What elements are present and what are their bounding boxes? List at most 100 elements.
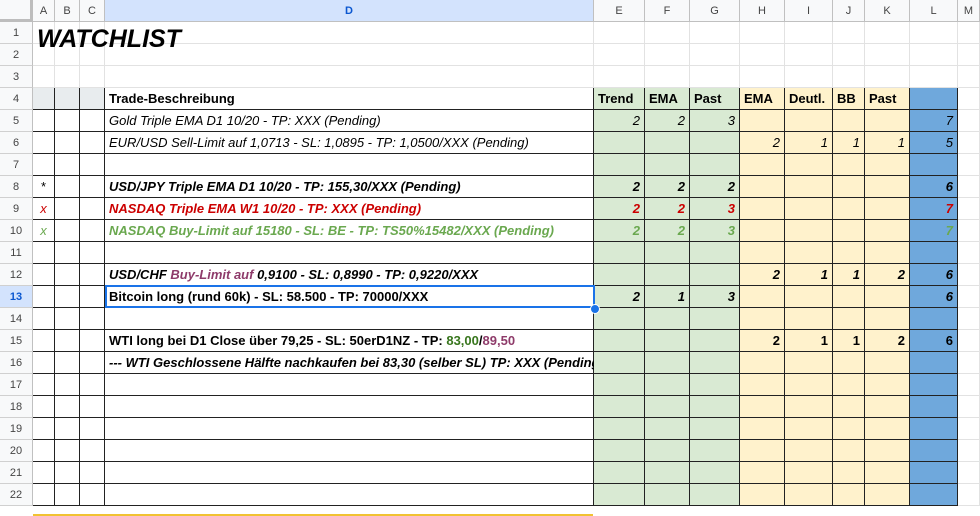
column-header-m[interactable]: M <box>958 0 980 22</box>
row-header-2[interactable]: 2 <box>0 44 33 66</box>
spreadsheet-grid[interactable]: A B C D E F G H I J K L M 1 2 3 4 5 6 7 8 9 10 11 12 13 14 15 16 17 18… <box>0 0 980 516</box>
cell-h7[interactable] <box>740 154 785 176</box>
column-header-k[interactable]: K <box>865 0 910 22</box>
cell-j7[interactable] <box>833 154 865 176</box>
cell-l20[interactable] <box>910 440 958 462</box>
cell-a9[interactable]: x <box>33 198 55 220</box>
column-header-d[interactable]: D <box>105 0 594 22</box>
cell-e19[interactable] <box>594 418 645 440</box>
cell-a5[interactable] <box>33 110 55 132</box>
cell-i16[interactable] <box>785 352 833 374</box>
cell-b10[interactable] <box>55 220 80 242</box>
cell-i20[interactable] <box>785 440 833 462</box>
cell-c12[interactable] <box>80 264 105 286</box>
cell-d7[interactable] <box>105 154 594 176</box>
cell-f21[interactable] <box>645 462 690 484</box>
cell-c4[interactable] <box>80 88 105 110</box>
cell-d4[interactable]: Trade-Beschreibung <box>105 88 594 110</box>
cell-e6[interactable] <box>594 132 645 154</box>
cell-h21[interactable] <box>740 462 785 484</box>
cell-g10[interactable]: 3 <box>690 220 740 242</box>
cell-h22[interactable] <box>740 484 785 506</box>
row-header-14[interactable]: 14 <box>0 308 33 330</box>
row-header-4[interactable]: 4 <box>0 88 33 110</box>
row-header-20[interactable]: 20 <box>0 440 33 462</box>
cell-k15[interactable]: 2 <box>865 330 910 352</box>
cell-g22[interactable] <box>690 484 740 506</box>
cell-b8[interactable] <box>55 176 80 198</box>
cell-f9[interactable]: 2 <box>645 198 690 220</box>
row-header-1[interactable]: 1 <box>0 22 33 44</box>
cell-f15[interactable] <box>645 330 690 352</box>
cell-i14[interactable] <box>785 308 833 330</box>
cell-d13[interactable]: Bitcoin long (rund 60k) - SL: 58.500 - T… <box>105 286 594 308</box>
cell-a14[interactable] <box>33 308 55 330</box>
cell-e22[interactable] <box>594 484 645 506</box>
cell-g5[interactable]: 3 <box>690 110 740 132</box>
cell-m3[interactable] <box>958 66 980 88</box>
cell-i4[interactable]: Deutl. <box>785 88 833 110</box>
cell-d9[interactable]: NASDAQ Triple EMA W1 10/20 - TP: XXX (Pe… <box>105 198 594 220</box>
cell-k2[interactable] <box>865 44 910 66</box>
cell-b22[interactable] <box>55 484 80 506</box>
cell-a21[interactable] <box>33 462 55 484</box>
cell-b18[interactable] <box>55 396 80 418</box>
row-header-3[interactable]: 3 <box>0 66 33 88</box>
column-header-g[interactable]: G <box>690 0 740 22</box>
cell-l21[interactable] <box>910 462 958 484</box>
cell-j19[interactable] <box>833 418 865 440</box>
cell-h1[interactable] <box>740 22 785 44</box>
cell-g8[interactable]: 2 <box>690 176 740 198</box>
cell-e20[interactable] <box>594 440 645 462</box>
cell-g2[interactable] <box>690 44 740 66</box>
cell-m8[interactable] <box>958 176 980 198</box>
cell-a13[interactable] <box>33 286 55 308</box>
cell-f20[interactable] <box>645 440 690 462</box>
row-header-21[interactable]: 21 <box>0 462 33 484</box>
cell-g15[interactable] <box>690 330 740 352</box>
cell-f1[interactable] <box>645 22 690 44</box>
cell-l8[interactable]: 6 <box>910 176 958 198</box>
cell-k19[interactable] <box>865 418 910 440</box>
cell-j15[interactable]: 1 <box>833 330 865 352</box>
cell-f16[interactable] <box>645 352 690 374</box>
cell-i11[interactable] <box>785 242 833 264</box>
cell-a16[interactable] <box>33 352 55 374</box>
cell-l4[interactable] <box>910 88 958 110</box>
row-header-15[interactable]: 15 <box>0 330 33 352</box>
cell-f19[interactable] <box>645 418 690 440</box>
cell-f11[interactable] <box>645 242 690 264</box>
cell-e12[interactable] <box>594 264 645 286</box>
cell-m12[interactable] <box>958 264 980 286</box>
cell-e7[interactable] <box>594 154 645 176</box>
cell-c3[interactable] <box>80 66 105 88</box>
cell-l14[interactable] <box>910 308 958 330</box>
cell-l12[interactable]: 6 <box>910 264 958 286</box>
cell-m11[interactable] <box>958 242 980 264</box>
cell-m20[interactable] <box>958 440 980 462</box>
cell-f6[interactable] <box>645 132 690 154</box>
cell-h9[interactable] <box>740 198 785 220</box>
cell-j18[interactable] <box>833 396 865 418</box>
cell-j14[interactable] <box>833 308 865 330</box>
cell-d6[interactable]: EUR/USD Sell-Limit auf 1,0713 - SL: 1,08… <box>105 132 594 154</box>
column-header-b[interactable]: B <box>55 0 80 22</box>
cell-m4[interactable] <box>958 88 980 110</box>
cell-d16[interactable]: --- WTI Geschlossene Hälfte nachkaufen b… <box>105 352 604 374</box>
cell-k14[interactable] <box>865 308 910 330</box>
cell-e5[interactable]: 2 <box>594 110 645 132</box>
row-header-11[interactable]: 11 <box>0 242 33 264</box>
row-header-18[interactable]: 18 <box>0 396 33 418</box>
cell-k1[interactable] <box>865 22 910 44</box>
cell-d17[interactable] <box>105 374 594 396</box>
cell-i19[interactable] <box>785 418 833 440</box>
cell-i7[interactable] <box>785 154 833 176</box>
cell-c16[interactable] <box>80 352 105 374</box>
cell-k21[interactable] <box>865 462 910 484</box>
cell-f5[interactable]: 2 <box>645 110 690 132</box>
cell-d10[interactable]: NASDAQ Buy-Limit auf 15180 - SL: BE - TP… <box>105 220 594 242</box>
cell-h13[interactable] <box>740 286 785 308</box>
cell-b16[interactable] <box>55 352 80 374</box>
cell-i5[interactable] <box>785 110 833 132</box>
cell-h11[interactable] <box>740 242 785 264</box>
